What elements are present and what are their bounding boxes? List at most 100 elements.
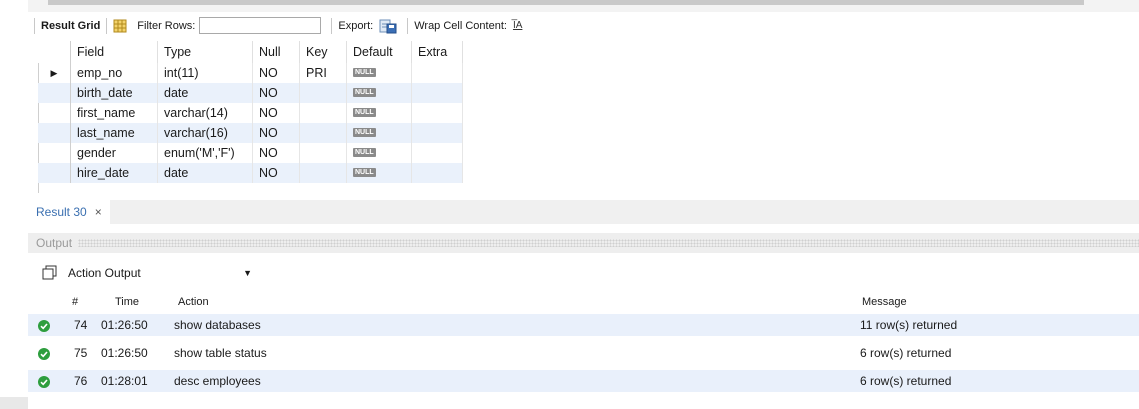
table-row[interactable]: first_name varchar(14) NO NULL	[38, 103, 463, 123]
output-message: 6 row(s) returned	[860, 374, 952, 388]
table-cell-key[interactable]	[299, 123, 347, 143]
scrollbar-thumb[interactable]	[48, 0, 1084, 5]
column-header-time[interactable]: Time	[115, 296, 139, 308]
close-icon[interactable]: ×	[95, 205, 102, 219]
row-marker[interactable]	[38, 163, 71, 183]
null-badge: NULL	[353, 88, 376, 97]
column-header[interactable]: Type	[157, 41, 253, 63]
filter-rows-input[interactable]	[199, 17, 322, 34]
toolbar-separator	[331, 17, 333, 34]
table-cell-default[interactable]: NULL	[346, 163, 412, 183]
result-tab[interactable]: Result 30 ×	[28, 200, 110, 224]
table-cell-type[interactable]: date	[157, 83, 253, 103]
table-cell-null[interactable]: NO	[252, 163, 300, 183]
toolbar-separator	[34, 17, 35, 34]
grid-header-row: Field Type Null Key Default Extra	[38, 41, 463, 63]
table-row[interactable]: hire_date date NO NULL	[38, 163, 463, 183]
table-cell-null[interactable]: NO	[252, 63, 300, 83]
result-grid: Field Type Null Key Default Extra ▶ emp_n…	[38, 41, 463, 183]
output-num: 75	[74, 346, 88, 360]
table-cell-type[interactable]: int(11)	[157, 63, 253, 83]
table-cell-default[interactable]: NULL	[346, 83, 412, 103]
output-time: 01:26:50	[101, 318, 148, 332]
output-num: 76	[74, 374, 88, 388]
output-panel-header: Output	[28, 233, 1139, 253]
left-margin-bottom	[0, 397, 28, 409]
table-cell-default[interactable]: NULL	[346, 63, 412, 83]
table-cell-default[interactable]: NULL	[346, 123, 412, 143]
wrap-cell-icon[interactable]: I̅A	[513, 20, 522, 31]
result-grid-tab[interactable]: Result Grid	[41, 20, 100, 32]
null-badge: NULL	[353, 128, 376, 137]
copy-icon[interactable]	[42, 265, 58, 281]
table-cell-key[interactable]: PRI	[299, 63, 347, 83]
table-cell-null[interactable]: NO	[252, 103, 300, 123]
table-cell-field[interactable]: birth_date	[70, 83, 158, 103]
table-cell-extra[interactable]	[411, 123, 463, 143]
table-cell-field[interactable]: first_name	[70, 103, 158, 123]
output-action: show databases	[174, 318, 261, 332]
table-cell-key[interactable]	[299, 163, 347, 183]
table-cell-type[interactable]: varchar(16)	[157, 123, 253, 143]
table-cell-key[interactable]	[299, 83, 347, 103]
table-cell-default[interactable]: NULL	[346, 143, 412, 163]
table-row[interactable]: gender enum('M','F') NO NULL	[38, 143, 463, 163]
output-row[interactable]: 74 01:26:50 show databases 11 row(s) return…	[28, 314, 1139, 336]
output-row[interactable]: 76 01:28:01 desc employees 6 row(s) returne…	[28, 370, 1139, 392]
row-marker[interactable]	[38, 103, 71, 123]
table-row[interactable]: birth_date date NO NULL	[38, 83, 463, 103]
table-cell-field[interactable]: gender	[70, 143, 158, 163]
table-row[interactable]: ▶ emp_no int(11) NO PRI NULL	[38, 63, 463, 83]
table-cell-type[interactable]: varchar(14)	[157, 103, 253, 123]
column-header[interactable]: Key	[299, 41, 347, 63]
column-header-action[interactable]: Action	[178, 296, 209, 308]
table-cell-field[interactable]: emp_no	[70, 63, 158, 83]
table-row[interactable]: last_name varchar(16) NO NULL	[38, 123, 463, 143]
column-header[interactable]: Default	[346, 41, 412, 63]
table-cell-null[interactable]: NO	[252, 123, 300, 143]
filter-rows-label: Filter Rows:	[137, 19, 196, 32]
toolbar-separator	[106, 17, 108, 34]
success-check-icon	[38, 348, 50, 360]
table-cell-type[interactable]: date	[157, 163, 253, 183]
table-cell-field[interactable]: last_name	[70, 123, 158, 143]
chevron-down-icon: ▼	[243, 268, 252, 278]
column-header[interactable]: Null	[252, 41, 300, 63]
table-cell-extra[interactable]	[411, 103, 463, 123]
export-label: Export:	[338, 19, 374, 32]
table-cell-default[interactable]: NULL	[346, 103, 412, 123]
output-num: 74	[74, 318, 88, 332]
table-cell-extra[interactable]	[411, 63, 463, 83]
table-cell-extra[interactable]	[411, 143, 463, 163]
column-header[interactable]: Extra	[411, 41, 463, 63]
column-header[interactable]: Field	[70, 41, 158, 63]
table-cell-field[interactable]: hire_date	[70, 163, 158, 183]
table-cell-null[interactable]: NO	[252, 143, 300, 163]
horizontal-scrollbar[interactable]	[28, 0, 1139, 12]
output-toolbar: Action Output ▼	[28, 262, 256, 284]
output-time: 01:28:01	[101, 374, 148, 388]
column-header-message[interactable]: Message	[862, 296, 907, 308]
success-check-icon	[38, 376, 50, 388]
table-cell-key[interactable]	[299, 143, 347, 163]
row-marker[interactable]	[38, 123, 71, 143]
table-cell-extra[interactable]	[411, 83, 463, 103]
toolbar-separator	[407, 17, 409, 34]
export-icon[interactable]	[379, 18, 397, 34]
table-cell-type[interactable]: enum('M','F')	[157, 143, 253, 163]
table-cell-null[interactable]: NO	[252, 83, 300, 103]
table-cell-extra[interactable]	[411, 163, 463, 183]
output-type-value: Action Output	[68, 266, 141, 280]
drag-handle[interactable]	[78, 239, 1139, 247]
row-marker[interactable]	[38, 83, 71, 103]
output-action: desc employees	[174, 374, 261, 388]
column-header-num[interactable]: #	[72, 296, 78, 308]
table-cell-key[interactable]	[299, 103, 347, 123]
output-action: show table status	[174, 346, 267, 360]
output-message: 6 row(s) returned	[860, 346, 952, 360]
output-type-select[interactable]: Action Output ▼	[68, 266, 256, 280]
row-marker[interactable]: ▶	[38, 63, 71, 83]
grid-layout-icon[interactable]	[113, 19, 127, 33]
row-marker[interactable]	[38, 143, 71, 163]
output-row[interactable]: 75 01:26:50 show table status 6 row(s) retu…	[28, 342, 1139, 364]
